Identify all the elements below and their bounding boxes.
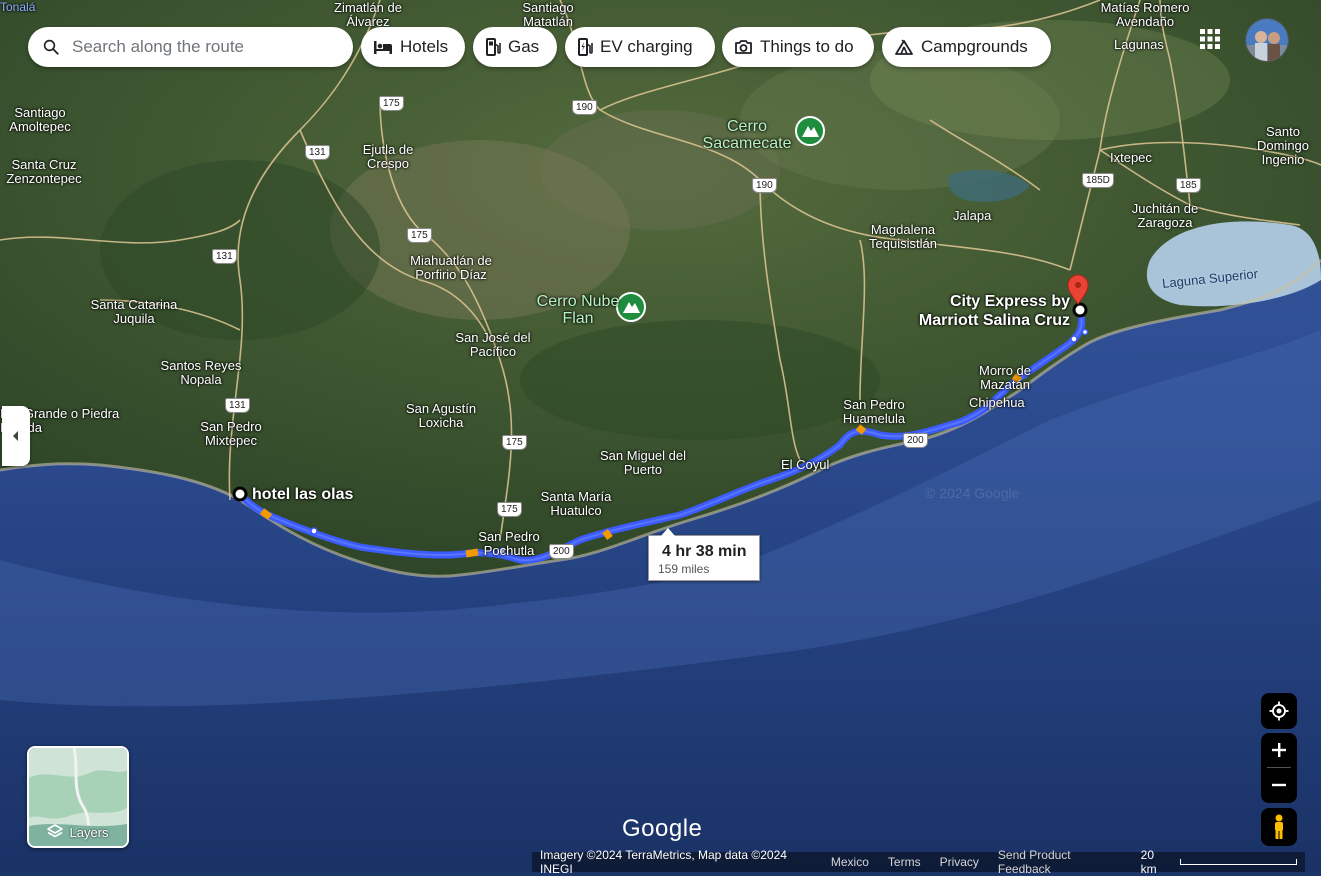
highway-shield: 190	[572, 100, 597, 115]
place-label: San Miguel del Puerto	[600, 448, 686, 477]
highway-shield: 190	[752, 178, 777, 193]
my-location-button[interactable]	[1261, 693, 1297, 729]
zoom-in-button[interactable]	[1261, 733, 1297, 767]
layers-icon	[47, 824, 64, 838]
route-duration-callout[interactable]: 4 hr 38 min 159 miles	[648, 528, 760, 581]
layers-label: Layers	[69, 824, 109, 840]
place-label: Santiago Amoltepec	[9, 105, 71, 134]
street-view-pegman-button[interactable]	[1261, 808, 1297, 846]
place-label: Ixtepec	[1110, 150, 1152, 165]
place-label: Zimatlán de Álvarez	[334, 0, 402, 29]
ev-charger-icon	[578, 38, 593, 56]
scale-line	[1179, 859, 1297, 865]
chip-gas[interactable]: Gas	[473, 27, 557, 67]
place-label: Miahuatlán de Porfirio Díaz	[410, 253, 492, 282]
route-distance: 159 miles	[658, 562, 710, 576]
place-label: Juchitán de Zaragoza	[1131, 201, 1199, 230]
place-label: San José del Pacífico	[455, 330, 531, 359]
plus-icon	[1272, 743, 1286, 757]
place-label: Jalapa	[953, 208, 992, 223]
chip-hotels[interactable]: Hotels	[361, 27, 465, 67]
place-label: Matías Romero Avendaño	[1100, 0, 1190, 29]
place-label: Ejutla de Crespo	[362, 142, 414, 171]
place-label: Santa María Huatulco	[540, 489, 612, 518]
chip-label: Campgrounds	[921, 37, 1028, 56]
highway-shield: 185D	[1082, 173, 1114, 188]
origin-marker	[232, 486, 248, 502]
apps-grid-icon[interactable]	[1199, 28, 1221, 50]
highway-shield: 200	[549, 544, 574, 559]
place-label: Chipehua	[969, 395, 1025, 410]
tent-icon	[895, 38, 913, 55]
zoom-out-button[interactable]	[1261, 768, 1297, 802]
chip-things-to-do[interactable]: Things to do	[722, 27, 874, 67]
origin-label[interactable]: hotel las olas	[252, 486, 353, 504]
search-icon	[43, 39, 59, 55]
chip-label: Things to do	[760, 37, 854, 56]
highway-shield: 175	[379, 96, 404, 111]
minus-icon	[1272, 783, 1286, 787]
hotel-bed-icon	[374, 41, 392, 54]
place-label: San Agustín Loxicha	[405, 401, 477, 430]
place-label: Morro de Mazatán	[978, 363, 1032, 392]
highway-shield: 175	[407, 228, 432, 243]
chevron-left-icon	[13, 431, 18, 441]
place-label: San Pedro Pochutla	[478, 529, 540, 558]
place-label: Lagunas	[1114, 37, 1164, 52]
place-label: Magdalena Tequisistlán	[869, 222, 937, 251]
watermark: © 2024 Google	[925, 485, 1020, 501]
chip-label: EV charging	[600, 37, 693, 56]
chip-campgrounds[interactable]: Campgrounds	[882, 27, 1051, 67]
destination-label[interactable]: City Express by Marriott Salina Cruz	[900, 292, 1070, 330]
layers-label-row: Layers	[29, 824, 127, 840]
place-label: San Pedro Mixtepec	[200, 419, 262, 448]
route-duration: 4 hr 38 min	[662, 543, 747, 560]
place-label: Tonalá	[0, 0, 36, 14]
pegman-icon	[1275, 814, 1283, 839]
place-label: Santiago Matatlán	[522, 0, 574, 29]
park-label[interactable]: Cerro Sacamecate	[692, 118, 802, 152]
privacy-link[interactable]: Privacy	[940, 855, 979, 869]
place-label: Santa Catarina Juquila	[90, 297, 178, 326]
chip-label: Hotels	[400, 37, 449, 56]
highway-shield: 175	[497, 502, 522, 517]
google-logo: Google	[622, 815, 703, 842]
chip-ev-charging[interactable]: EV charging	[565, 27, 715, 67]
highway-shield: 200	[903, 433, 928, 448]
country-link[interactable]: Mexico	[831, 855, 869, 869]
search-along-route-box[interactable]	[28, 27, 353, 67]
place-label: El Coyul	[781, 457, 830, 472]
avatar-photo-icon	[1246, 19, 1288, 61]
layers-button[interactable]: Layers	[27, 746, 129, 848]
highway-shield: 131	[225, 398, 250, 413]
park-label[interactable]: Cerro Nube Flan	[530, 293, 626, 327]
place-label: San Pedro Huamelula	[842, 397, 906, 426]
search-input[interactable]	[70, 36, 344, 58]
crosshair-icon	[1269, 701, 1289, 721]
collapse-side-panel-button[interactable]	[2, 406, 30, 466]
highway-shield: 175	[502, 435, 527, 450]
highway-shield: 131	[305, 145, 330, 160]
place-label: Santa Cruz Zenzontepec	[6, 157, 82, 186]
highway-shield: 185	[1176, 178, 1201, 193]
gas-pump-icon	[486, 38, 501, 56]
place-label: Santo Domingo Ingenio	[1256, 124, 1310, 167]
map-footer: Imagery ©2024 TerraMetrics, Map data ©20…	[532, 848, 1305, 876]
camera-icon	[735, 40, 752, 54]
zoom-controls	[1261, 733, 1297, 803]
highway-shield: 131	[212, 249, 237, 264]
account-avatar[interactable]	[1245, 18, 1289, 62]
terms-link[interactable]: Terms	[888, 855, 921, 869]
place-label: Santos Reyes Nopala	[160, 358, 242, 387]
chip-label: Gas	[508, 37, 540, 56]
